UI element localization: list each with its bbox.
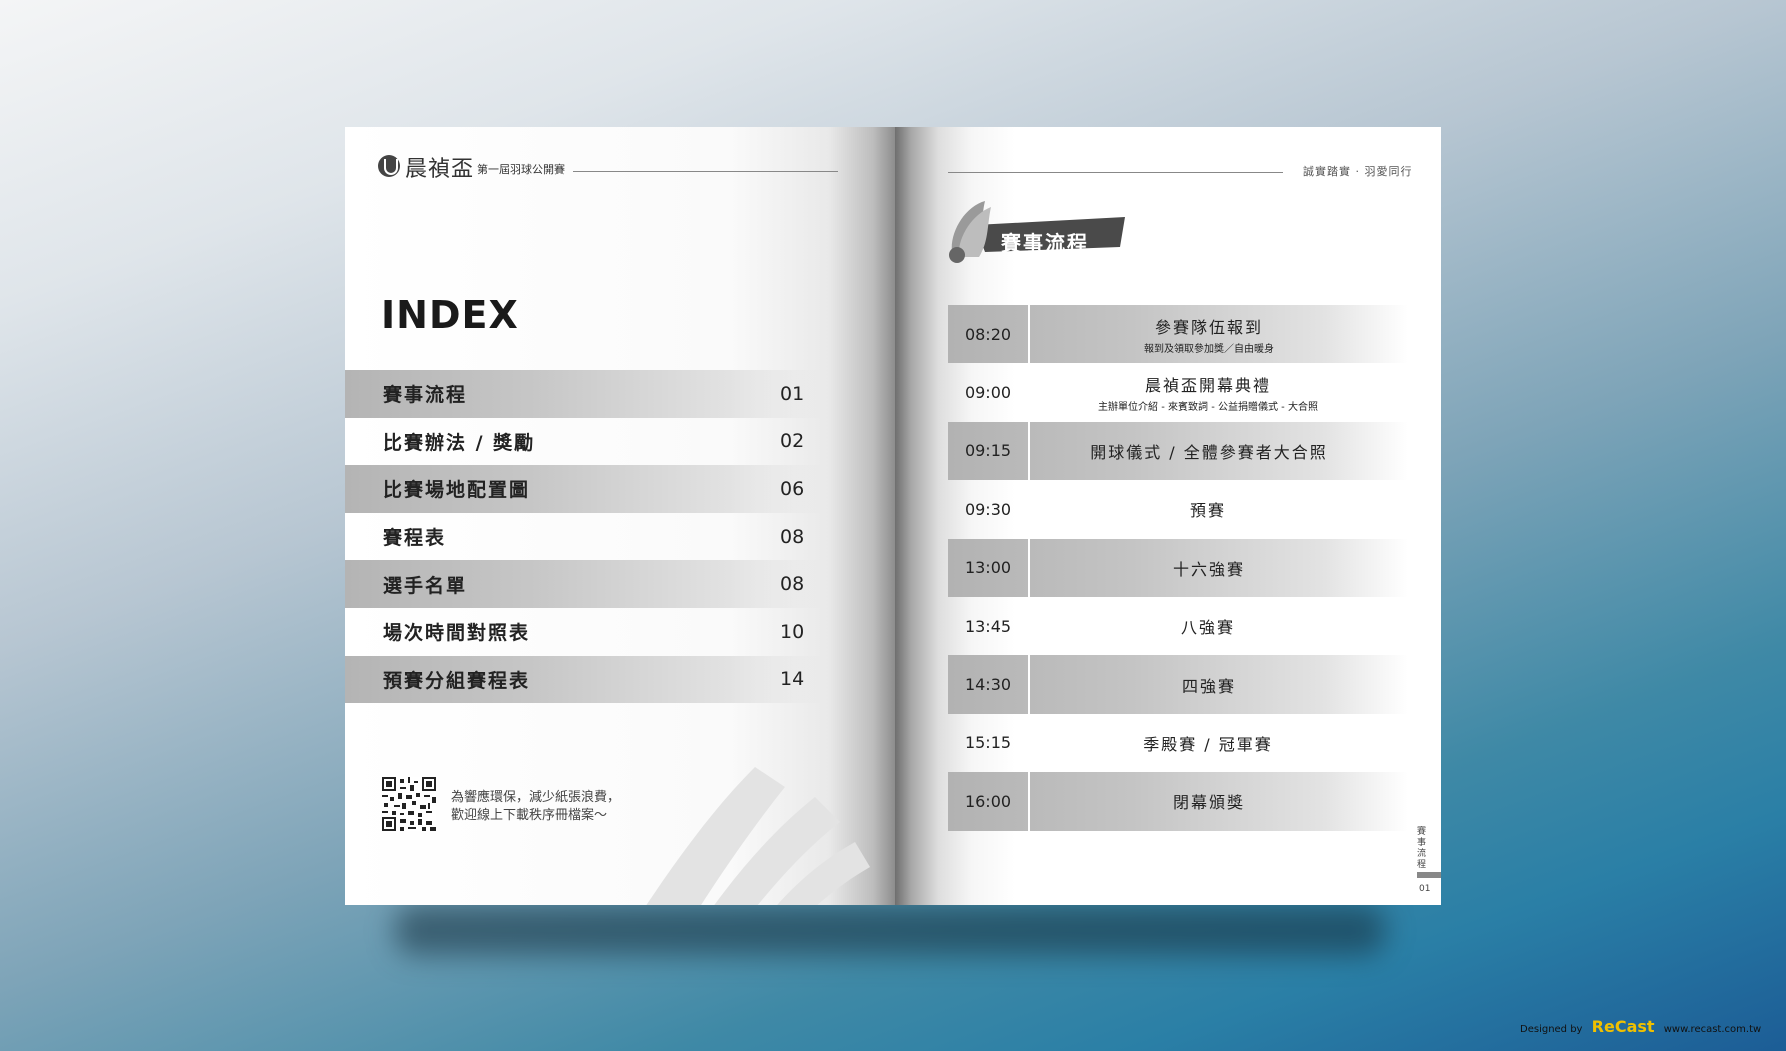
side-tab-label: 賽事流程 (1417, 827, 1427, 870)
index-item-page: 02 (780, 430, 805, 453)
schedule-row: 13:00 十六強賽 (948, 538, 1408, 597)
schedule-event: 季殿賽 / 冠軍賽 (1143, 734, 1273, 754)
schedule-event: 預賽 (1189, 501, 1226, 521)
schedule-event-cell: 開球儀式 / 全體參賽者大合照 (1030, 439, 1408, 463)
qr-code-icon[interactable] (382, 777, 436, 831)
index-title: INDEX (381, 293, 519, 337)
index-item-label: 預賽分組賽程表 (383, 669, 531, 692)
schedule-event: 開球儀式 / 全體參賽者大合照 (1090, 442, 1328, 462)
schedule-event-cell: 季殿賽 / 冠軍賽 (1028, 731, 1408, 755)
qr-caption: 為響應環保，減少紙張浪費， 歡迎線上下載秩序冊檔案～ (451, 789, 620, 825)
header-rule (573, 171, 838, 172)
schedule-event-detail: 主辦單位介紹 - 來賓致詞 - 公益捐贈儀式 - 大合照 (1098, 402, 1318, 414)
schedule-time: 13:45 (964, 616, 1012, 636)
index-item[interactable]: 選手名單 08 (345, 560, 825, 608)
schedule-row: 15:15 季殿賽 / 冠軍賽 (948, 714, 1408, 772)
schedule-event: 晨禎盃開幕典禮 (1144, 376, 1271, 396)
header-rule (948, 172, 1283, 173)
shuttlecock-watermark-icon (646, 767, 870, 905)
schedule-row: 09:30 預賽 (948, 480, 1408, 538)
index-item-label: 場次時間對照表 (383, 622, 531, 645)
schedule-event-cell: 十六強賽 (1030, 556, 1408, 580)
index-list: 賽事流程 01 比賽辦法 / 獎勵 02 比賽場地配置圖 06 賽程表 08 選… (345, 370, 825, 704)
schedule-event-cell: 參賽隊伍報到 報到及領取參加獎／自由暖身 (1030, 314, 1408, 355)
index-item-page: 10 (780, 620, 805, 643)
side-tab-bar (1417, 872, 1441, 878)
index-item-label: 賽程表 (383, 527, 447, 550)
brand-name: 晨禎盃 (405, 157, 475, 182)
schedule-event: 八強賽 (1180, 618, 1235, 638)
schedule-event-cell: 晨禎盃開幕典禮 主辦單位介紹 - 來賓致詞 - 公益捐贈儀式 - 大合照 (1028, 372, 1408, 413)
recast-logo: ReCast (1591, 1017, 1655, 1036)
index-item-page: 01 (780, 382, 805, 405)
slogan: 誠實踏實 · 羽愛同行 (1303, 165, 1413, 178)
schedule-table: 08:20 參賽隊伍報到 報到及領取參加獎／自由暖身 09:00 晨禎盃開幕典禮… (948, 305, 1408, 831)
schedule-event-cell: 預賽 (1028, 497, 1408, 521)
schedule-event: 閉幕頒獎 (1172, 793, 1245, 813)
index-item-label: 選手名單 (383, 574, 468, 597)
schedule-row: 13:45 八強賽 (948, 597, 1408, 655)
schedule-row: 14:30 四強賽 (948, 655, 1408, 714)
schedule-event-cell: 八強賽 (1028, 614, 1408, 638)
index-item[interactable]: 場次時間對照表 10 (345, 608, 825, 656)
qr-caption-line: 為響應環保，減少紙張浪費， (451, 790, 621, 805)
schedule-time: 09:30 (964, 499, 1012, 519)
schedule-time: 16:00 (948, 772, 1030, 831)
credit-prefix: Designed by (1520, 1024, 1583, 1035)
page-number: 01 (1419, 884, 1431, 894)
schedule-event-cell: 四強賽 (1030, 673, 1408, 697)
index-item[interactable]: 賽程表 08 (345, 513, 825, 561)
index-item[interactable]: 賽事流程 01 (345, 370, 825, 418)
schedule-time: 15:15 (964, 733, 1012, 753)
schedule-event-detail: 報到及領取參加獎／自由暖身 (1144, 343, 1274, 355)
schedule-row: 09:00 晨禎盃開幕典禮 主辦單位介紹 - 來賓致詞 - 公益捐贈儀式 - 大… (948, 363, 1408, 421)
schedule-row: 08:20 參賽隊伍報到 報到及領取參加獎／自由暖身 (948, 305, 1408, 364)
schedule-event-cell: 閉幕頒獎 (1030, 789, 1408, 813)
index-item-page: 08 (780, 525, 805, 548)
credit-url[interactable]: www.recast.com.tw (1664, 1024, 1761, 1035)
schedule-time: 13:00 (948, 538, 1030, 597)
schedule-time: 09:15 (948, 421, 1030, 481)
right-page: 誠實踏實 · 羽愛同行 賽事流程 08:20 參賽隊伍報到 報到及領取參加獎／自… (895, 127, 1441, 905)
schedule-event: 四強賽 (1181, 676, 1236, 696)
schedule-time: 14:30 (948, 655, 1030, 714)
index-item-page: 14 (780, 668, 805, 691)
brand-logo-icon (378, 155, 400, 177)
section-title: 賽事流程 (1001, 231, 1089, 255)
index-item[interactable]: 比賽辦法 / 獎勵 02 (345, 418, 825, 466)
index-item-label: 比賽辦法 / 獎勵 (383, 431, 536, 454)
left-page: 晨禎盃 第一屆羽球公開賽 INDEX 賽事流程 01 比賽辦法 / 獎勵 02 … (345, 127, 895, 905)
index-item-page: 08 (780, 573, 805, 596)
schedule-time: 08:20 (948, 305, 1030, 364)
index-item[interactable]: 預賽分組賽程表 14 (345, 655, 825, 704)
book-shadow (395, 905, 1385, 955)
schedule-row: 16:00 閉幕頒獎 (948, 772, 1408, 831)
schedule-event: 參賽隊伍報到 (1154, 317, 1263, 337)
designer-credit: Designed by ReCast www.recast.com.tw (1520, 1017, 1761, 1036)
schedule-time: 09:00 (964, 383, 1012, 403)
index-item-label: 賽事流程 (383, 384, 468, 407)
qr-caption-line: 歡迎線上下載秩序冊檔案～ (451, 808, 608, 823)
schedule-row: 09:15 開球儀式 / 全體參賽者大合照 (948, 421, 1408, 481)
schedule-event: 十六強賽 (1172, 559, 1245, 579)
index-item-label: 比賽場地配置圖 (383, 479, 531, 502)
brand-subtitle: 第一屆羽球公開賽 (477, 163, 565, 176)
index-item-page: 06 (780, 477, 805, 500)
index-item[interactable]: 比賽場地配置圖 06 (345, 465, 825, 513)
